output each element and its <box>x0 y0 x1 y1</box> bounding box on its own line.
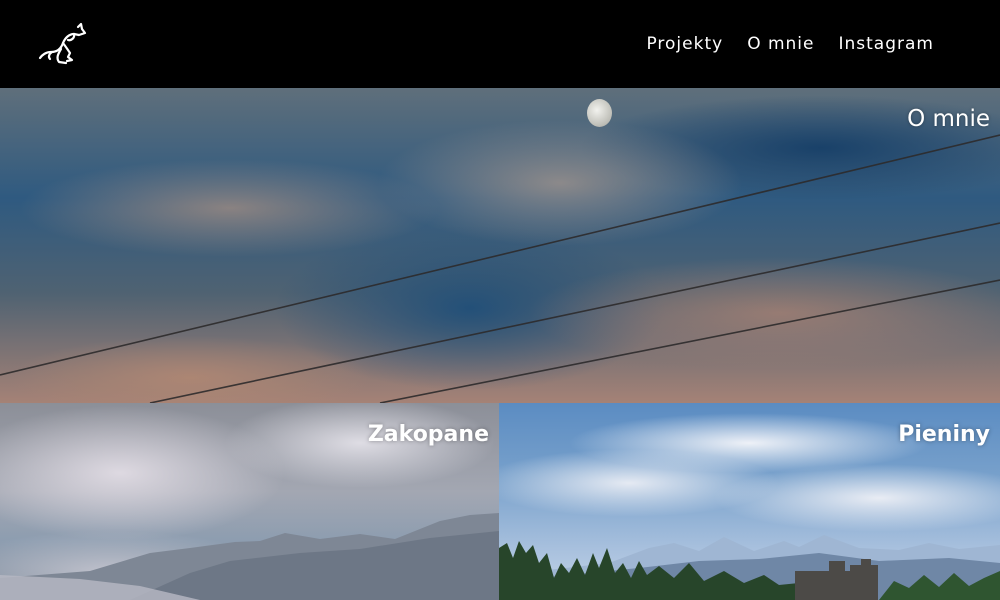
kangaroo-icon <box>38 22 87 65</box>
nav-link-o-mnie[interactable]: O mnie <box>747 34 814 54</box>
nav-link-projekty[interactable]: Projekty <box>646 34 723 54</box>
nav-link-instagram[interactable]: Instagram <box>839 34 935 54</box>
gallery-tile-pieniny[interactable]: Pieniny <box>499 403 1000 600</box>
power-lines-image <box>0 134 1000 403</box>
gallery-tile-zakopane[interactable]: Zakopane <box>0 403 499 600</box>
main-nav: Projekty O mnie Instagram <box>646 34 934 54</box>
gallery-title: Pieniny <box>898 422 990 447</box>
site-header: Projekty O mnie Instagram <box>0 0 1000 88</box>
hero-title: O mnie <box>907 106 990 132</box>
home-logo-link[interactable] <box>38 22 88 66</box>
gallery-title: Zakopane <box>367 422 489 447</box>
hero-banner-o-mnie[interactable]: O mnie <box>0 88 1000 403</box>
